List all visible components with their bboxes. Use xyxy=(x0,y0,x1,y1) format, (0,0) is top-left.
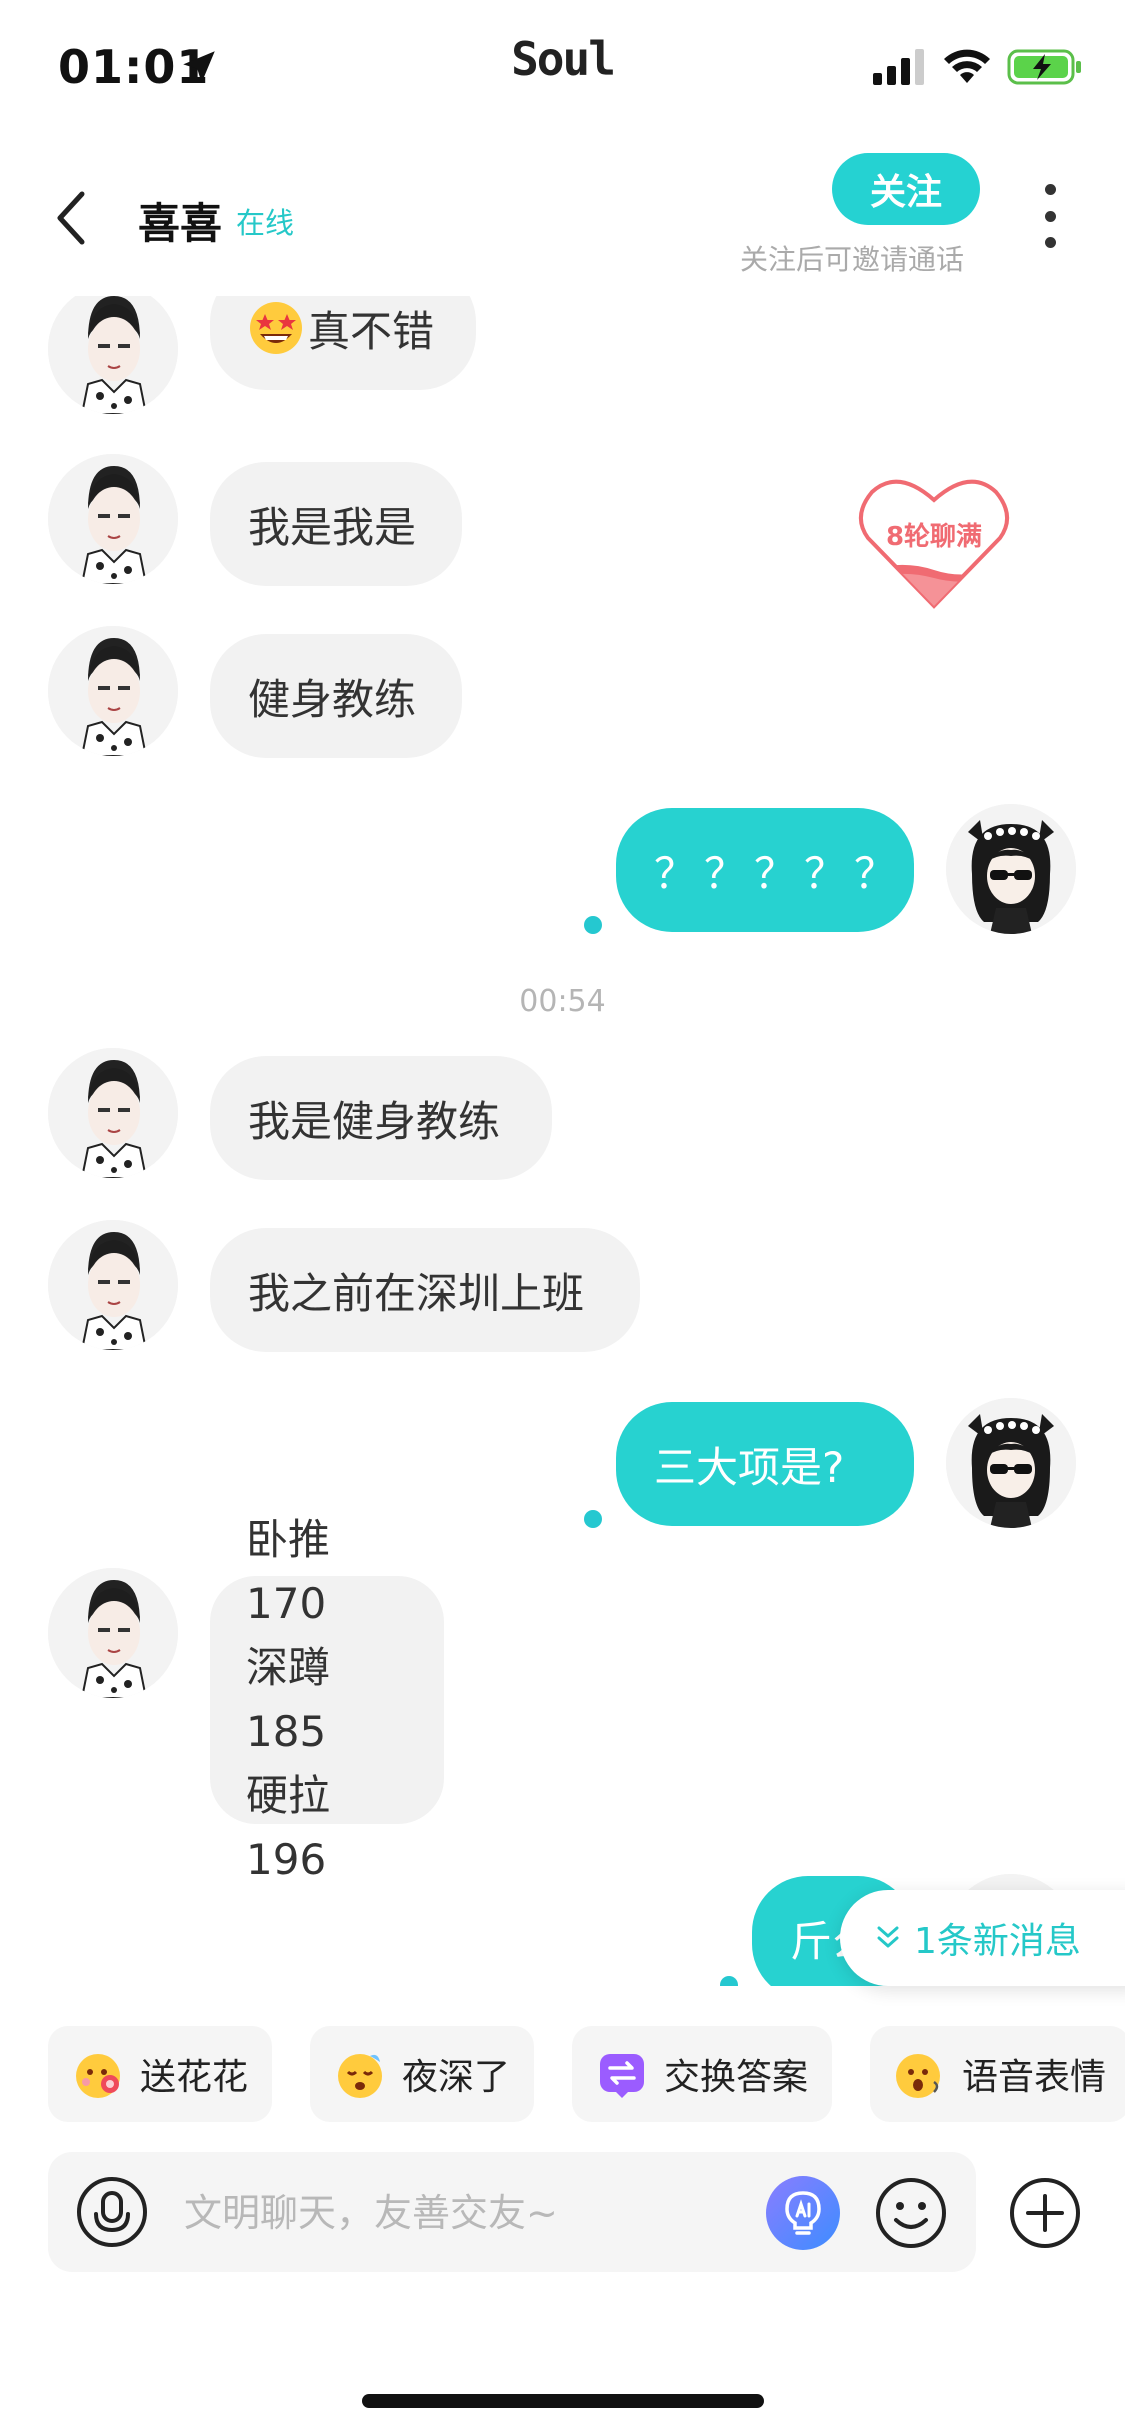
chip-label: 夜深了 xyxy=(402,2057,511,2098)
message-bubble-out[interactable]: 三大项是? xyxy=(616,1402,914,1526)
message-text: 三大项是? xyxy=(654,1442,845,1492)
back-button[interactable] xyxy=(52,188,92,248)
quick-action-send-flower[interactable]: 送花花 xyxy=(48,2026,273,2122)
chip-label: 交换答案 xyxy=(664,2057,809,2098)
message-input[interactable] xyxy=(182,2176,746,2250)
star-struck-emoji-icon xyxy=(250,302,302,354)
voice-emoji-icon xyxy=(896,2054,941,2098)
message-bubble-in[interactable]: 我是健身教练 xyxy=(210,1056,552,1180)
battery-charging-icon xyxy=(1007,49,1081,85)
read-status-dot xyxy=(584,916,602,934)
message-bubble-out[interactable]: ？？？？？ xyxy=(616,808,914,932)
my-avatar[interactable] xyxy=(946,1398,1076,1528)
wifi-icon xyxy=(944,49,990,83)
double-chevron-down-icon xyxy=(877,1926,899,1948)
chip-label: 送花花 xyxy=(140,2057,249,2098)
chat-rounds-heart-badge[interactable]: 8轮聊满 xyxy=(858,474,1010,610)
chat-title: 喜喜 xyxy=(138,199,223,248)
more-options-button[interactable] xyxy=(1036,184,1064,248)
message-bubble-in[interactable]: 健身教练 xyxy=(210,634,462,758)
ai-assistant-button[interactable] xyxy=(766,2176,840,2250)
message-bubble-in[interactable]: 真不错 xyxy=(210,296,476,390)
my-avatar[interactable] xyxy=(946,804,1076,934)
quick-actions-row: 送花花 夜深了 交换答案 语音表情 xyxy=(48,2026,1125,2122)
online-status: 在线 xyxy=(236,206,295,240)
more-dot xyxy=(1044,210,1056,222)
chip-label: 语音表情 xyxy=(962,2057,1107,2098)
quick-action-voice-emoji[interactable]: 语音表情 xyxy=(870,2026,1125,2122)
plus-button[interactable] xyxy=(1008,2176,1082,2250)
message-bubble-in[interactable]: 卧推170 深蹲185 硬拉196 xyxy=(210,1515,444,1884)
quick-action-exchange-answers[interactable]: 交换答案 xyxy=(572,2026,833,2122)
message-text: 真不错 xyxy=(308,306,435,356)
home-indicator[interactable] xyxy=(362,2394,764,2408)
contact-avatar[interactable] xyxy=(48,454,178,584)
flower-emoji-icon xyxy=(76,2054,120,2098)
contact-avatar[interactable] xyxy=(48,626,178,756)
message-text: ？？？？？ xyxy=(654,848,905,898)
message-text: 健身教练 xyxy=(248,674,417,724)
contact-avatar[interactable] xyxy=(48,1048,178,1178)
exchange-icon xyxy=(600,2054,645,2098)
quick-action-late-night[interactable]: 夜深了 xyxy=(310,2026,535,2122)
read-status-dot xyxy=(584,1510,602,1528)
status-icons xyxy=(873,48,1083,86)
message-text: 我是健身教练 xyxy=(248,1096,501,1146)
message-text: 卧推170 深蹲185 硬拉196 xyxy=(246,1515,331,1884)
message-text: 我之前在深圳上班 xyxy=(248,1268,585,1318)
message-bubble-in[interactable]: 我是我是 xyxy=(210,462,462,586)
message-bubble-in[interactable]: 我之前在深圳上班 xyxy=(210,1228,640,1352)
more-dot xyxy=(1044,237,1056,248)
message-text: 我是我是 xyxy=(248,502,417,552)
sleepy-emoji-icon xyxy=(338,2054,383,2098)
follow-button[interactable]: 关注 xyxy=(832,153,980,225)
voice-input-button[interactable] xyxy=(76,2176,148,2248)
new-message-pill[interactable]: 1条新消息 xyxy=(840,1890,1125,1986)
ai-bulb-icon xyxy=(785,2191,821,2235)
more-dot xyxy=(1044,184,1056,195)
new-message-text: 1条新消息 xyxy=(914,1921,1081,1962)
emoji-button[interactable] xyxy=(874,2176,948,2250)
chat-scroll-area[interactable]: 真不错 我是我是 8轮聊满 健身教练 ？？？？？ 00:54 我是健身教练 我之… xyxy=(0,296,1125,1986)
message-timestamp: 00:54 xyxy=(519,984,606,1019)
follow-hint: 关注后可邀请通话 xyxy=(740,243,965,276)
heart-badge-text: 8轮聊满 xyxy=(885,522,983,552)
contact-avatar[interactable] xyxy=(48,1568,178,1698)
contact-avatar[interactable] xyxy=(48,1220,178,1350)
read-status-dot xyxy=(720,1976,738,1986)
signal-icon xyxy=(873,49,924,85)
contact-avatar[interactable] xyxy=(48,296,178,414)
